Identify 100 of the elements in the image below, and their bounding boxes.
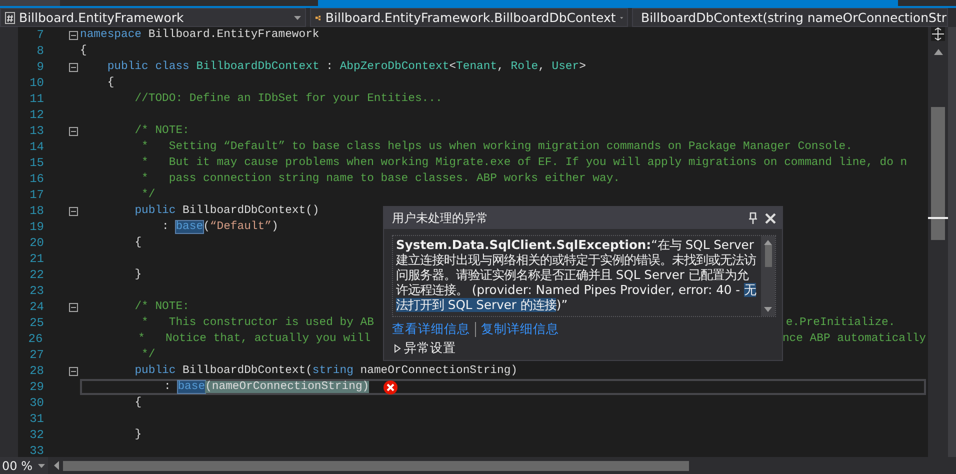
csharp-file-icon bbox=[5, 10, 15, 24]
line-number: 29 bbox=[28, 380, 44, 394]
collapse-icon[interactable] bbox=[69, 302, 78, 312]
highlighted-code-token: base bbox=[176, 221, 204, 233]
code-token: > bbox=[579, 61, 586, 73]
line-number: 32 bbox=[28, 428, 44, 442]
navigation-dropdown[interactable]: Billboard.EntityFramework.BillboardDbContext bbox=[310, 8, 628, 27]
code-token: User bbox=[552, 61, 580, 73]
exception-message: System.Data.SqlClient.SqlException:“在与 SQL Server 建立连接时出现与网络相关的或特定于实例的错误。未找到或无法访问服务器。请验证实例名称是否正确并且 SQL Server 已配置为允许远程连接。 (provider: Named Pipes Provider, error: 40 - 无法打开到 SQL Server 的连接)” bbox=[395, 237, 758, 314]
line-number: 21 bbox=[28, 252, 44, 266]
collapse-icon[interactable] bbox=[69, 126, 78, 136]
popup-title: 用户未处理的异常 bbox=[392, 210, 489, 226]
code-token: //TODO: Define an IDbSet for your Entities... bbox=[134, 93, 442, 105]
code-token: namespace bbox=[80, 29, 142, 41]
split-view-icon[interactable] bbox=[931, 27, 945, 41]
code-token: Tenant bbox=[456, 61, 498, 73]
code-token: * Notice that, actually you will bbox=[138, 333, 371, 345]
vertical-scrollbar[interactable] bbox=[928, 27, 956, 457]
expand-triangle-icon bbox=[394, 344, 401, 353]
collapse-icon[interactable] bbox=[69, 206, 78, 216]
navigation-dropdown[interactable]: BillboardDbContext(string nameOrConnectionStr bbox=[632, 8, 948, 27]
caret-icon bbox=[38, 464, 45, 468]
line-number: 13 bbox=[28, 124, 44, 138]
code-token: < bbox=[449, 61, 456, 73]
exception-settings-toggle[interactable]: 异常设置 bbox=[384, 338, 466, 360]
line-number: 28 bbox=[28, 364, 44, 378]
line-number: 33 bbox=[28, 444, 44, 457]
details-link[interactable]: 查看详细信息 bbox=[392, 321, 470, 338]
pin-icon[interactable] bbox=[749, 212, 757, 224]
code-token: { bbox=[80, 45, 87, 57]
line-number: 11 bbox=[28, 92, 44, 106]
line-number: 9 bbox=[36, 60, 44, 74]
code-token: : bbox=[164, 381, 171, 393]
code-token: BillboardDbContext bbox=[196, 61, 320, 73]
code-token: public bbox=[134, 365, 176, 377]
scroll-left-icon[interactable] bbox=[54, 461, 59, 470]
line-number: 20 bbox=[28, 236, 44, 250]
highlighted-code-token: base bbox=[178, 381, 206, 393]
collapse-icon[interactable] bbox=[69, 366, 78, 376]
collapse-icon[interactable] bbox=[69, 30, 78, 40]
line-number: 27 bbox=[28, 348, 44, 362]
code-token: : bbox=[326, 61, 333, 73]
line-number: 15 bbox=[28, 156, 44, 170]
line-number: 14 bbox=[28, 140, 44, 154]
navigation-dropdown[interactable]: Billboard.EntityFramework bbox=[0, 8, 306, 27]
code-token: { bbox=[134, 397, 142, 409]
line-number: 23 bbox=[28, 284, 44, 298]
code-token: nameOrConnectionString) bbox=[360, 365, 518, 377]
code-token: BillboardDbContext() bbox=[182, 205, 320, 217]
code-token: */ bbox=[142, 189, 156, 201]
line-number: 26 bbox=[27, 332, 43, 346]
caret-icon bbox=[620, 16, 623, 20]
code-token: BillboardDbContext( bbox=[182, 365, 312, 377]
code-token: ( bbox=[203, 221, 210, 233]
line-number: 22 bbox=[28, 268, 44, 282]
line-number: 12 bbox=[28, 108, 44, 122]
line-number: 25 bbox=[28, 316, 44, 330]
code-token: { bbox=[134, 237, 142, 249]
code-token: public bbox=[107, 61, 148, 73]
code-token: } bbox=[134, 269, 142, 281]
code-token: ) bbox=[271, 221, 278, 233]
message-scrollbar[interactable] bbox=[761, 236, 775, 316]
line-number: 16 bbox=[28, 172, 44, 186]
line-number: 10 bbox=[28, 76, 44, 90]
close-icon[interactable] bbox=[765, 212, 776, 224]
line-number: 19 bbox=[28, 220, 44, 234]
code-token: * Setting “Default” to base class helps us when working migration commands on Package Manager Console. bbox=[142, 141, 852, 153]
code-token: , bbox=[497, 61, 504, 73]
line-number: 7 bbox=[36, 28, 44, 42]
highlighted-code-token: (nameOrConnectionString) bbox=[205, 381, 370, 393]
code-token: { bbox=[107, 77, 114, 89]
code-token: } bbox=[134, 429, 142, 441]
line-number: 18 bbox=[28, 204, 44, 218]
zoom-dropdown[interactable]: 00 % bbox=[0, 457, 48, 474]
code-token: Role bbox=[510, 61, 538, 73]
scroll-down-icon[interactable] bbox=[764, 307, 772, 312]
code-token: * pass connection string name to base classes. ABP works either way. bbox=[142, 173, 620, 185]
code-token: * This constructor is used by AB bbox=[142, 317, 374, 329]
code-token: */ bbox=[142, 349, 156, 361]
line-number: 31 bbox=[28, 412, 44, 426]
code-token: nce ABP automatically bbox=[782, 333, 926, 345]
code-token: : bbox=[162, 221, 169, 233]
line-number: 30 bbox=[28, 396, 44, 410]
collapse-icon[interactable] bbox=[69, 62, 78, 72]
scroll-thumb[interactable] bbox=[764, 245, 772, 267]
line-number: 24 bbox=[28, 300, 44, 314]
code-token: , bbox=[538, 61, 545, 73]
code-token: /* NOTE: bbox=[134, 125, 190, 137]
code-token: * But it may cause problems when working Migrate.exe of EF. If you will apply migrations on command line, do n bbox=[142, 157, 908, 169]
code-token: class bbox=[155, 61, 190, 73]
line-number: 8 bbox=[36, 44, 44, 58]
code-token: public bbox=[134, 205, 176, 217]
code-token: e.PreInitialize. bbox=[786, 317, 896, 329]
code-token: string bbox=[312, 365, 354, 377]
code-token: /* NOTE: bbox=[134, 301, 190, 313]
code-token: AbpZeroDbContext bbox=[340, 61, 450, 73]
details-link[interactable]: 复制详细信息 bbox=[481, 321, 559, 338]
scroll-up-icon[interactable] bbox=[934, 49, 942, 55]
code-token: “Default” bbox=[210, 221, 272, 233]
line-number: 17 bbox=[28, 188, 44, 202]
